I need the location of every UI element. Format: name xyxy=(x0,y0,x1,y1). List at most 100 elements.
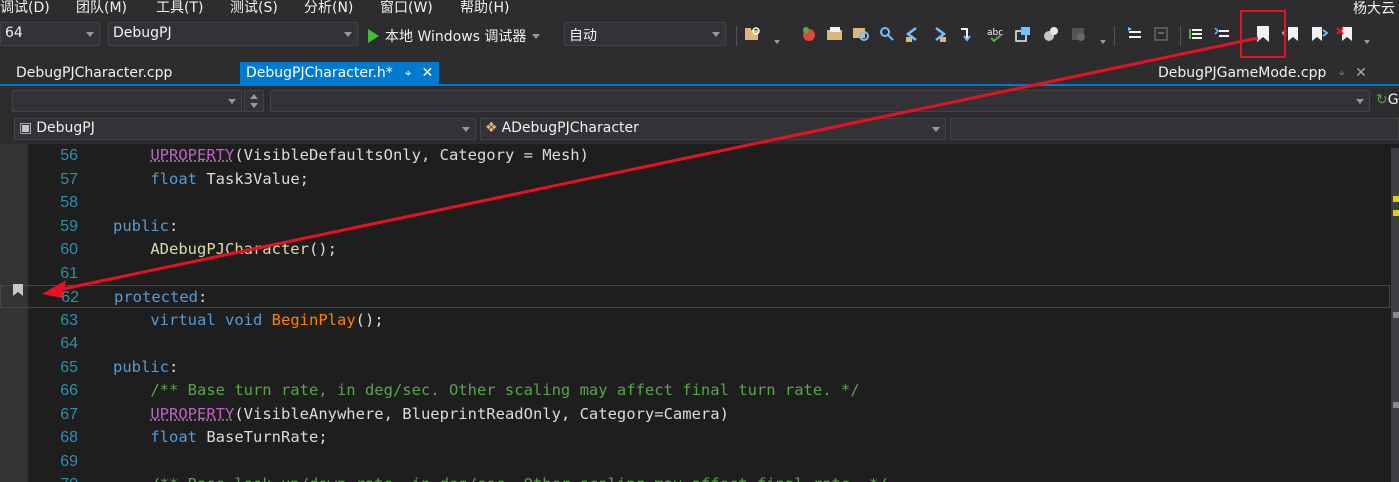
code-line[interactable]: 56 UPROPERTY(VisibleDefaultsOnly, Catego… xyxy=(0,144,1390,167)
code-line[interactable]: 63 virtual void BeginPlay(); xyxy=(0,309,1390,332)
line-code: UPROPERTY(VisibleAnywhere, BlueprintRead… xyxy=(113,403,729,426)
line-number: 56 xyxy=(28,144,78,167)
bookmark-icon[interactable] xyxy=(13,284,23,296)
navigate-item[interactable]: ↻G xyxy=(1376,92,1399,108)
user-name[interactable]: 杨大云 xyxy=(1353,0,1395,18)
code-line[interactable]: 62 protected: xyxy=(0,285,1390,308)
code-token xyxy=(216,311,225,329)
scroll-marker xyxy=(1393,402,1399,408)
code-line[interactable]: 65 public: xyxy=(0,356,1390,379)
spell-check-icon[interactable]: abc xyxy=(986,25,1004,43)
close-icon[interactable]: ✕ xyxy=(422,65,434,81)
chevron-down-icon xyxy=(712,32,720,37)
clear-bookmarks-icon[interactable] xyxy=(1336,25,1354,43)
code-line[interactable]: 69 xyxy=(0,450,1390,473)
find-in-files-icon[interactable] xyxy=(852,25,870,43)
scope-select[interactable] xyxy=(12,90,242,112)
code-line[interactable]: 59 public: xyxy=(0,215,1390,238)
indent-icon[interactable] xyxy=(1126,25,1144,43)
project-scope-select[interactable]: ▣ DebugPJ xyxy=(14,118,476,140)
code-token xyxy=(113,405,150,423)
line-number: 67 xyxy=(28,403,78,426)
menu-window[interactable]: 窗口(W) xyxy=(380,0,433,17)
code-token: float xyxy=(150,428,197,446)
platform-select[interactable]: 64 xyxy=(0,22,100,46)
line-number: 64 xyxy=(28,332,78,355)
tab-debugpjcharacter-cpp[interactable]: DebugPJCharacter.cpp xyxy=(10,62,178,86)
bug-icon[interactable] xyxy=(800,25,818,43)
toolbar-separator xyxy=(1180,26,1181,46)
menu-tools[interactable]: 工具(T) xyxy=(156,0,203,17)
code-line[interactable]: 61 xyxy=(0,262,1390,285)
line-number: 63 xyxy=(28,309,78,332)
code-token: (); xyxy=(309,240,337,258)
menu-test[interactable]: 测试(S) xyxy=(230,0,278,17)
config-value: 自动 xyxy=(569,28,597,44)
code-token: void xyxy=(225,311,262,329)
config-select[interactable]: 自动 xyxy=(564,22,726,46)
code-token xyxy=(197,428,206,446)
start-debug-button[interactable]: 本地 Windows 调试器 xyxy=(368,26,540,48)
code-token: /** Base turn rate, in deg/sec. Other sc… xyxy=(150,381,859,399)
chevron-down-icon[interactable] xyxy=(774,40,780,44)
comment-lines-icon[interactable] xyxy=(1188,25,1206,43)
code-line[interactable]: 66 /** Base turn rate, in deg/sec. Other… xyxy=(0,379,1390,402)
code-editor[interactable]: 56 UPROPERTY(VisibleDefaultsOnly, Catego… xyxy=(0,144,1399,482)
step-into-icon[interactable] xyxy=(958,25,976,43)
menu-debug[interactable]: 调试(D) xyxy=(0,0,50,17)
menu-team[interactable]: 团队(M) xyxy=(76,0,127,17)
folder-find-icon[interactable] xyxy=(744,25,762,43)
class-select[interactable]: ❖ ADebugPJCharacter xyxy=(480,118,946,140)
search-icon[interactable] xyxy=(878,25,896,43)
code-line[interactable]: 58 xyxy=(0,191,1390,214)
code-line[interactable]: 64 xyxy=(0,332,1390,355)
uncomment-lines-icon[interactable] xyxy=(1214,25,1232,43)
code-line[interactable]: 70 /** Base look up/down rate, in deg/se… xyxy=(0,473,1390,482)
pin-icon[interactable]: ⌖ xyxy=(1338,66,1345,81)
line-code: public: xyxy=(113,356,178,379)
nav-row-class: ▣ DebugPJ ❖ ADebugPJCharacter xyxy=(0,116,1399,142)
vertical-scrollbar[interactable] xyxy=(1391,148,1399,482)
menu-bar: 调试(D) 团队(M) 工具(T) 测试(S) 分析(N) 窗口(W) 帮助(H… xyxy=(0,0,1399,16)
chevron-down-icon xyxy=(86,32,94,37)
line-code: /** Base look up/down rate, in deg/sec. … xyxy=(113,473,888,482)
code-token: /** Base look up/down rate, in deg/sec. … xyxy=(150,475,887,482)
line-code: ADebugPJCharacter(); xyxy=(113,238,337,261)
pin-icon[interactable]: ⌖ xyxy=(405,66,412,81)
tab-debugpjgamemode-cpp[interactable]: DebugPJGameMode.cpp ⌖ ✕ xyxy=(1152,62,1373,86)
menu-analyze[interactable]: 分析(N) xyxy=(304,0,353,17)
menu-help[interactable]: 帮助(H) xyxy=(460,0,509,17)
scope-spinner[interactable] xyxy=(244,90,264,112)
line-number: 60 xyxy=(28,238,78,261)
line-number: 57 xyxy=(28,168,78,191)
project-select[interactable]: DebugPJ xyxy=(108,22,358,46)
member-select[interactable] xyxy=(270,90,1370,112)
code-token: public xyxy=(113,217,169,235)
gear-icon[interactable] xyxy=(1042,25,1060,43)
code-token xyxy=(113,475,150,482)
step-back-icon[interactable] xyxy=(904,25,922,43)
code-line[interactable]: 60 ADebugPJCharacter(); xyxy=(0,238,1390,261)
line-code: float Task3Value; xyxy=(113,168,309,191)
next-bookmark-icon[interactable] xyxy=(1310,25,1328,43)
close-icon[interactable]: ✕ xyxy=(1355,65,1367,81)
window-switch-icon[interactable] xyxy=(1014,25,1032,43)
tab-debugpjcharacter-h[interactable]: DebugPJCharacter.h* ⌖ ✕ xyxy=(240,62,439,86)
code-line[interactable]: 68 float BaseTurnRate; xyxy=(0,426,1390,449)
play-icon xyxy=(368,29,379,43)
code-token xyxy=(262,311,271,329)
code-token: : xyxy=(169,358,178,376)
code-line[interactable]: 67 UPROPERTY(VisibleAnywhere, BlueprintR… xyxy=(0,403,1390,426)
line-number: 58 xyxy=(28,191,78,214)
project-scope-label: DebugPJ xyxy=(36,120,95,136)
open-folder-icon[interactable] xyxy=(826,25,844,43)
chevron-down-icon[interactable] xyxy=(1364,40,1370,44)
project-value: DebugPJ xyxy=(113,25,172,41)
chevron-up-icon xyxy=(250,94,258,99)
code-line[interactable]: 57 float Task3Value; xyxy=(0,168,1390,191)
function-select[interactable] xyxy=(950,118,1399,140)
chevron-down-icon[interactable] xyxy=(1100,40,1106,44)
code-token xyxy=(113,428,150,446)
step-forward-icon[interactable] xyxy=(930,25,948,43)
chevron-down-icon xyxy=(932,127,940,132)
